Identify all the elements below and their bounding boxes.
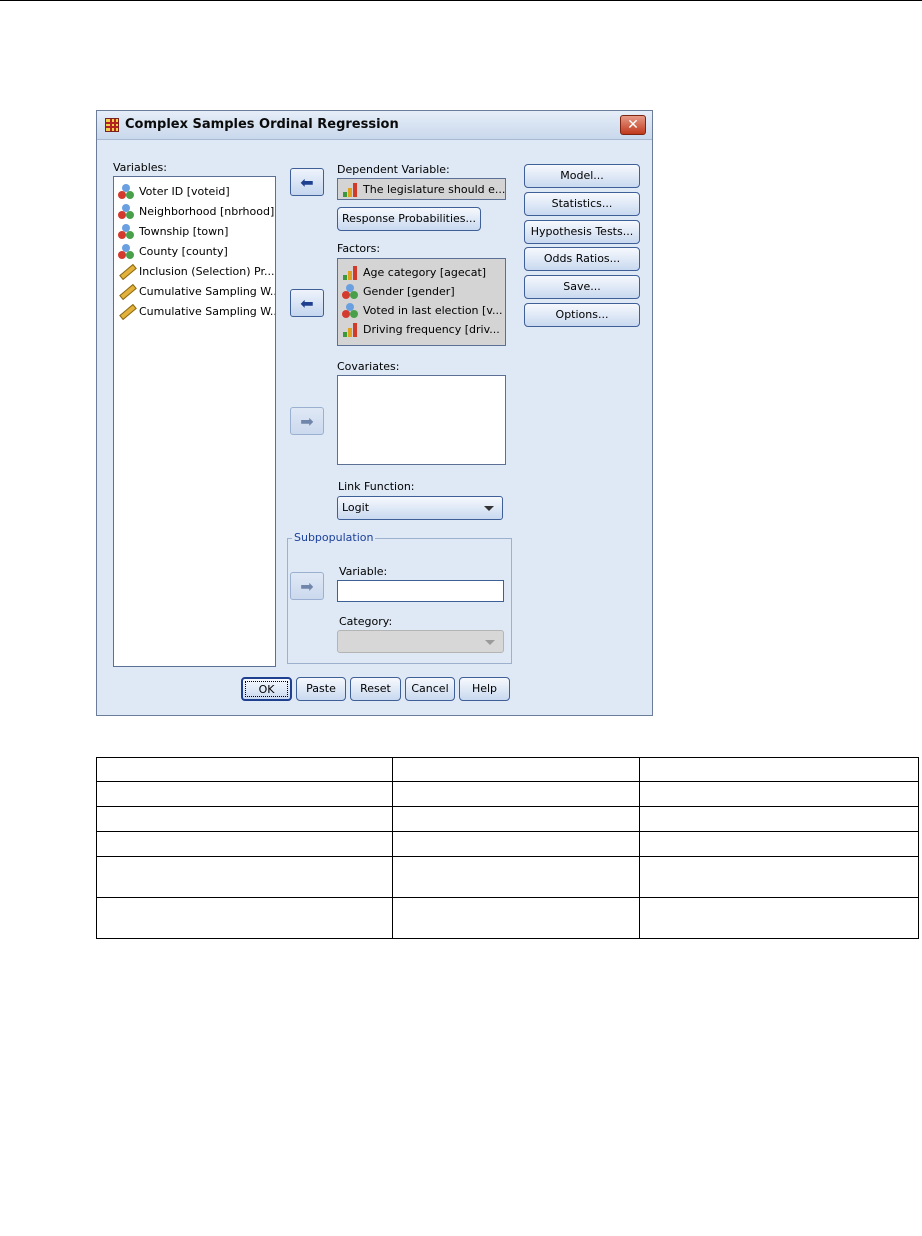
table-cell xyxy=(391,806,641,832)
hypothesis-tests-button[interactable]: Hypothesis Tests... xyxy=(524,220,640,244)
list-item[interactable]: Cumulative Sampling W... xyxy=(114,301,275,321)
table-cell xyxy=(391,856,641,898)
list-item[interactable]: Cumulative Sampling W... xyxy=(114,281,275,301)
table-row xyxy=(96,897,919,939)
table-cell xyxy=(96,781,393,807)
chevron-down-icon xyxy=(485,640,495,645)
factors-list[interactable]: Age category [agecat] Gender [gender] Vo… xyxy=(337,258,506,346)
list-item[interactable]: Voted in last election [v... xyxy=(338,301,505,320)
table-cell xyxy=(391,897,641,939)
help-button[interactable]: Help xyxy=(459,677,510,701)
table-cell xyxy=(96,856,393,898)
cancel-button[interactable]: Cancel xyxy=(405,677,455,701)
nominal-variable-icon xyxy=(118,243,135,259)
ordinal-variable-icon xyxy=(342,322,359,337)
nominal-variable-icon xyxy=(342,303,359,318)
move-covariates-button[interactable]: ➡ xyxy=(290,407,324,435)
paste-button[interactable]: Paste xyxy=(296,677,346,701)
odds-ratios-button[interactable]: Odds Ratios... xyxy=(524,247,640,271)
table-cell xyxy=(639,757,919,782)
dependent-variable-box[interactable]: The legislature should e... xyxy=(337,178,506,200)
subpopulation-category-label: Category: xyxy=(339,615,393,628)
list-item[interactable]: Age category [agecat] xyxy=(338,263,505,282)
move-factors-button[interactable]: ⬅ xyxy=(290,289,324,317)
subpopulation-variable-label: Variable: xyxy=(339,565,388,578)
list-item[interactable]: Gender [gender] xyxy=(338,282,505,301)
covariates-list[interactable] xyxy=(337,375,506,465)
dialog-title: Complex Samples Ordinal Regression xyxy=(125,117,399,132)
source-variable-list[interactable]: Voter ID [voteid] Neighborhood [nbrhood]… xyxy=(113,176,276,667)
covariates-label: Covariates: xyxy=(337,360,400,373)
subpopulation-legend: Subpopulation xyxy=(292,531,376,544)
table-row xyxy=(96,781,919,807)
table-row xyxy=(96,757,919,782)
nominal-variable-icon xyxy=(118,183,135,199)
table-row xyxy=(96,856,919,898)
arrow-left-icon: ⬅ xyxy=(300,173,314,192)
table-cell xyxy=(391,781,641,807)
ordinal-variable-icon xyxy=(342,182,359,197)
table-row xyxy=(96,806,919,832)
arrow-right-icon: ➡ xyxy=(300,412,314,431)
link-function-dropdown[interactable]: Logit xyxy=(337,496,503,520)
table-cell xyxy=(639,856,919,898)
table-cell xyxy=(96,831,393,857)
list-item[interactable]: County [county] xyxy=(114,241,275,261)
nominal-variable-icon xyxy=(342,284,359,299)
variables-label: Variables: xyxy=(113,161,167,174)
table-cell xyxy=(96,806,393,832)
link-function-value: Logit xyxy=(342,501,370,514)
table-cell xyxy=(639,781,919,807)
nominal-variable-icon xyxy=(118,203,135,219)
table-cell xyxy=(391,757,641,782)
reset-button[interactable]: Reset xyxy=(350,677,401,701)
list-item[interactable]: Voter ID [voteid] xyxy=(114,181,275,201)
ordinal-variable-icon xyxy=(342,265,359,280)
list-item[interactable]: Driving frequency [driv... xyxy=(338,320,505,339)
arrow-right-icon: ➡ xyxy=(300,577,314,596)
table-cell xyxy=(96,897,393,939)
model-button[interactable]: Model... xyxy=(524,164,640,188)
nominal-variable-icon xyxy=(118,223,135,239)
list-item[interactable]: Inclusion (Selection) Pr... xyxy=(114,261,275,281)
list-item[interactable]: Neighborhood [nbrhood] xyxy=(114,201,275,221)
move-subpopulation-button[interactable]: ➡ xyxy=(290,572,324,600)
empty-table xyxy=(96,757,919,939)
move-dependent-button[interactable]: ⬅ xyxy=(290,168,324,196)
table-cell xyxy=(639,831,919,857)
save-button[interactable]: Save... xyxy=(524,275,640,299)
scale-variable-icon xyxy=(118,283,137,300)
spss-table-icon xyxy=(105,118,119,132)
table-row xyxy=(96,831,919,857)
title-bar[interactable]: Complex Samples Ordinal Regression ✕ xyxy=(97,111,652,140)
arrow-left-icon: ⬅ xyxy=(300,294,314,313)
list-item[interactable]: The legislature should e... xyxy=(338,179,505,199)
statistics-button[interactable]: Statistics... xyxy=(524,192,640,216)
table-cell xyxy=(639,897,919,939)
list-item[interactable]: Township [town] xyxy=(114,221,275,241)
ok-button[interactable]: OK xyxy=(241,677,292,701)
dependent-variable-label: Dependent Variable: xyxy=(337,163,450,176)
subpopulation-category-dropdown[interactable] xyxy=(337,630,504,653)
table-cell xyxy=(96,757,393,782)
link-function-label: Link Function: xyxy=(338,480,415,493)
table-cell xyxy=(639,806,919,832)
table-cell xyxy=(391,831,641,857)
subpopulation-variable-field[interactable] xyxy=(337,580,504,602)
scale-variable-icon xyxy=(118,263,137,280)
close-button[interactable]: ✕ xyxy=(620,115,646,135)
page-top-rule xyxy=(0,0,922,1)
scale-variable-icon xyxy=(118,303,137,320)
response-probabilities-button[interactable]: Response Probabilities... xyxy=(337,207,481,231)
complex-samples-ordinal-regression-dialog: Complex Samples Ordinal Regression ✕ Var… xyxy=(96,110,653,716)
factors-label: Factors: xyxy=(337,242,381,255)
options-button[interactable]: Options... xyxy=(524,303,640,327)
chevron-down-icon xyxy=(484,506,494,511)
